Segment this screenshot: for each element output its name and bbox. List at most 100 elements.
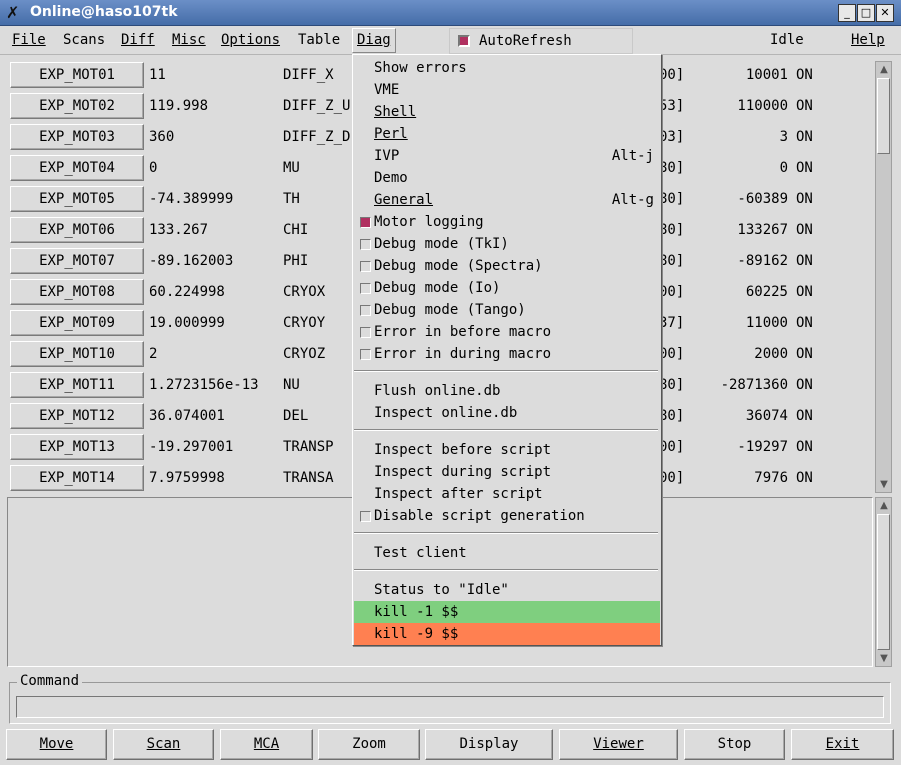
menu-item-debug-tango[interactable]: Debug mode (Tango) xyxy=(354,299,660,321)
motor-button[interactable]: EXP_MOT02 xyxy=(10,93,144,119)
motor-internal: 110000 xyxy=(737,98,788,114)
table-scrollbar[interactable]: ▲ ▼ xyxy=(875,61,892,493)
menu-item-error-during[interactable]: Error in during macro xyxy=(354,343,660,365)
menu-options[interactable]: Options xyxy=(221,32,280,48)
menu-diff[interactable]: Diff xyxy=(121,32,155,48)
command-input[interactable] xyxy=(16,696,884,718)
menu-item-disable-script[interactable]: Disable script generation xyxy=(354,505,660,527)
motor-internal: 7976 xyxy=(754,470,788,486)
menu-separator xyxy=(354,429,658,431)
scroll-down-icon[interactable]: ▼ xyxy=(877,478,891,491)
menu-item-test-client[interactable]: Test client xyxy=(354,542,660,564)
menu-item-status-idle[interactable]: Status to "Idle" xyxy=(354,579,660,601)
menu-item-inspect-after[interactable]: Inspect after script xyxy=(354,483,660,505)
menu-item-debug-spectra[interactable]: Debug mode (Spectra) xyxy=(354,255,660,277)
motor-limit: 37] xyxy=(659,315,685,331)
motor-internal: 10001 xyxy=(745,67,788,83)
motor-value: 133.267 xyxy=(149,222,209,238)
scroll-thumb[interactable] xyxy=(877,78,890,154)
motor-button[interactable]: EXP_MOT14 xyxy=(10,465,144,491)
motor-button[interactable]: EXP_MOT07 xyxy=(10,248,144,274)
log-scrollbar[interactable]: ▲ ▼ xyxy=(875,497,892,667)
menu-item-perl[interactable]: Perl xyxy=(354,123,660,145)
menu-item-label: Motor logging xyxy=(374,214,484,230)
menu-item-label: Debug mode (TkI) xyxy=(374,236,509,252)
menu-item-motor-logging[interactable]: Motor logging xyxy=(354,211,660,233)
motor-button[interactable]: EXP_MOT01 xyxy=(10,62,144,88)
exit-button[interactable]: Exit xyxy=(791,729,894,760)
motor-name: TRANSA xyxy=(283,470,334,486)
checkbox-icon xyxy=(360,283,371,294)
motor-internal: 11000 xyxy=(745,315,788,331)
status-text: Idle xyxy=(770,32,804,48)
menu-item-debug-io[interactable]: Debug mode (Io) xyxy=(354,277,660,299)
menu-item-flush-db[interactable]: Flush online.db xyxy=(354,380,660,402)
menu-table[interactable]: Table xyxy=(298,32,340,48)
checkbox-icon xyxy=(360,349,371,360)
motor-name: CRYOZ xyxy=(283,346,326,362)
menu-item-shell[interactable]: Shell xyxy=(354,101,660,123)
menu-item-inspect-before[interactable]: Inspect before script xyxy=(354,439,660,461)
mca-button[interactable]: MCA xyxy=(220,729,313,760)
menu-item-inspect-during[interactable]: Inspect during script xyxy=(354,461,660,483)
menu-item-vme[interactable]: VME xyxy=(354,79,660,101)
menu-misc[interactable]: Misc xyxy=(172,32,206,48)
menu-diag[interactable]: Diag xyxy=(352,28,396,53)
motor-button[interactable]: EXP_MOT04 xyxy=(10,155,144,181)
menu-item-kill9[interactable]: kill -9 $$ xyxy=(354,623,660,645)
motor-internal: 133267 xyxy=(737,222,788,238)
zoom-button[interactable]: Zoom xyxy=(318,729,420,760)
move-button[interactable]: Move xyxy=(6,729,107,760)
scroll-up-icon[interactable]: ▲ xyxy=(877,63,891,76)
motor-button[interactable]: EXP_MOT10 xyxy=(10,341,144,367)
motor-name: CRYOX xyxy=(283,284,326,300)
motor-button[interactable]: EXP_MOT12 xyxy=(10,403,144,429)
maximize-icon[interactable]: □ xyxy=(857,4,875,22)
autorefresh-toggle[interactable]: AutoRefresh xyxy=(449,28,633,54)
close-icon[interactable]: ✕ xyxy=(876,4,894,22)
motor-internal: 0 xyxy=(779,160,788,176)
motor-button[interactable]: EXP_MOT03 xyxy=(10,124,144,150)
title-bar: ✗ Online@haso107tk _ □ ✕ xyxy=(0,0,901,26)
motor-limit: 80] xyxy=(659,408,685,424)
menu-item-error-before[interactable]: Error in before macro xyxy=(354,321,660,343)
scroll-thumb[interactable] xyxy=(877,514,890,650)
scroll-down-icon[interactable]: ▼ xyxy=(877,652,891,665)
motor-name: CHI xyxy=(283,222,309,238)
motor-button[interactable]: EXP_MOT11 xyxy=(10,372,144,398)
menu-item-label: General xyxy=(374,192,434,208)
menu-item-show-errors[interactable]: Show errors xyxy=(354,57,660,79)
menu-item-label: kill -1 $$ xyxy=(374,604,459,620)
viewer-button[interactable]: Viewer xyxy=(559,729,678,760)
motor-value: 11 xyxy=(149,67,166,83)
motor-button[interactable]: EXP_MOT08 xyxy=(10,279,144,305)
scroll-up-icon[interactable]: ▲ xyxy=(877,499,891,512)
menu-item-general[interactable]: General Alt-g xyxy=(354,189,660,211)
move-label: Move xyxy=(39,736,74,752)
display-button[interactable]: Display xyxy=(425,729,553,760)
menu-item-demo[interactable]: Demo xyxy=(354,167,660,189)
menu-item-accelerator: Alt-j xyxy=(611,148,654,164)
menu-item-debug-tki[interactable]: Debug mode (TkI) xyxy=(354,233,660,255)
autorefresh-label: AutoRefresh xyxy=(479,33,572,49)
autorefresh-checkbox[interactable] xyxy=(458,35,470,47)
menu-help[interactable]: Help xyxy=(851,32,885,48)
motor-button[interactable]: EXP_MOT09 xyxy=(10,310,144,336)
motor-button[interactable]: EXP_MOT13 xyxy=(10,434,144,460)
menu-item-label: Demo xyxy=(374,170,408,186)
motor-internal: 2000 xyxy=(754,346,788,362)
menu-item-kill1[interactable]: kill -1 $$ xyxy=(354,601,660,623)
menu-item-inspect-db[interactable]: Inspect online.db xyxy=(354,402,660,424)
menu-item-label: VME xyxy=(374,82,400,98)
exit-label: Exit xyxy=(825,736,860,752)
motor-name: NU xyxy=(283,377,300,393)
menu-scans[interactable]: Scans xyxy=(63,32,105,48)
motor-button[interactable]: EXP_MOT05 xyxy=(10,186,144,212)
minimize-icon[interactable]: _ xyxy=(838,4,856,22)
menu-file[interactable]: File xyxy=(12,32,46,48)
stop-button[interactable]: Stop xyxy=(684,729,785,760)
motor-button[interactable]: EXP_MOT06 xyxy=(10,217,144,243)
motor-limit: 00] xyxy=(659,67,685,83)
scan-button[interactable]: Scan xyxy=(113,729,214,760)
menu-item-ivp[interactable]: IVP Alt-j xyxy=(354,145,660,167)
